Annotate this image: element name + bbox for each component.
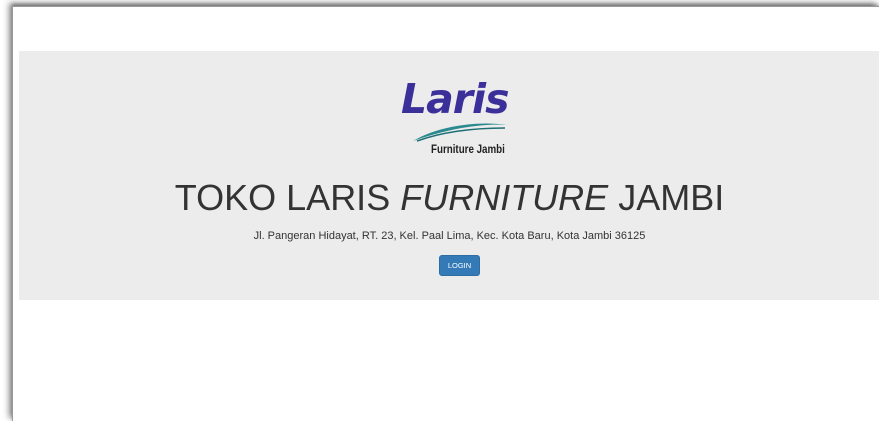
- store-address: Jl. Pangeran Hidayat, RT. 23, Kel. Paal …: [253, 230, 646, 242]
- browser-page: Laris Furniture Jambi TOKO LARIS FURNITU…: [12, 6, 879, 421]
- title-italic: FURNITURE: [400, 177, 609, 218]
- title-part-1: TOKO LARIS: [174, 177, 401, 218]
- login-button[interactable]: LOGIN: [439, 255, 480, 276]
- logo-subtitle: Furniture Jambi: [431, 144, 505, 156]
- hero-jumbotron: Laris Furniture Jambi TOKO LARIS FURNITU…: [19, 51, 879, 300]
- logo-wordmark: Laris: [401, 75, 509, 123]
- page-title: TOKO LARIS FURNITURE JAMBI: [19, 180, 879, 216]
- title-part-2: JAMBI: [608, 177, 725, 218]
- laris-logo: Laris Furniture Jambi: [395, 75, 525, 161]
